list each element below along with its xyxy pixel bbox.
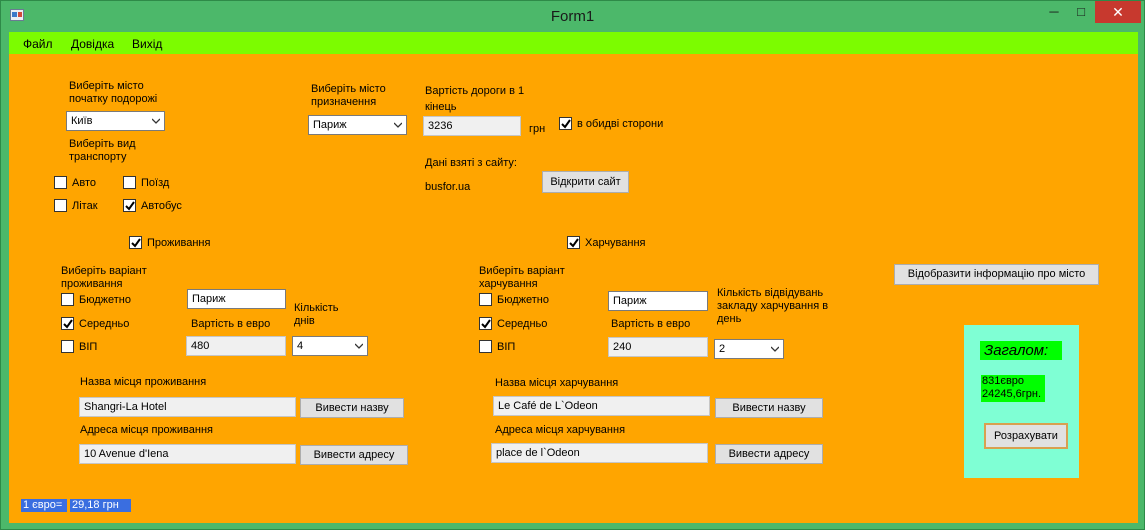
close-button[interactable]: ✕ <box>1095 1 1141 23</box>
start-city-select[interactable]: Київ <box>66 111 165 131</box>
cost-unit: грн <box>529 123 546 135</box>
dest-city-value: Париж <box>313 119 347 131</box>
food-vip-label: ВІП <box>497 341 516 353</box>
source-site-link[interactable]: busfor.ua <box>425 181 470 194</box>
accommodation-vip-label: ВІП <box>79 341 98 353</box>
menu-help[interactable]: Довідка <box>71 37 114 51</box>
food-variant-label: Виберіть варіант харчування <box>479 265 565 290</box>
chevron-down-icon <box>152 118 160 125</box>
transport-auto-label: Авто <box>72 177 96 189</box>
accommodation-address-field[interactable]: 10 Avenue d'Iena <box>79 444 296 464</box>
transport-bus-label: Автобус <box>141 200 182 212</box>
transport-bus-checkbox[interactable] <box>123 199 136 212</box>
accommodation-price-label: Вартість в евро <box>191 318 271 330</box>
open-site-button[interactable]: Відкрити сайт <box>542 171 629 193</box>
accommodation-city-field[interactable]: Париж <box>187 289 286 309</box>
accommodation-price-field[interactable]: 480 <box>186 336 286 356</box>
food-visits-label: Кількість відвідувань закладу харчування… <box>717 287 829 325</box>
accommodation-vip-checkbox[interactable] <box>61 340 74 353</box>
calculate-button[interactable]: Розрахувати <box>984 423 1068 449</box>
summary-header: Загалом: <box>980 341 1062 360</box>
food-name-field[interactable]: Le Café de L`Odeon <box>493 396 710 416</box>
food-address-button[interactable]: Вивести адресу <box>715 444 823 464</box>
accommodation-label: Проживання <box>147 237 211 249</box>
dest-city-label: Виберіть місто призначення <box>311 83 386 108</box>
food-city-field[interactable]: Париж <box>608 291 708 311</box>
food-price-field[interactable]: 240 <box>608 337 708 357</box>
food-checkbox[interactable] <box>567 236 580 249</box>
accommodation-middle-label: Середньо <box>79 318 130 330</box>
minimize-button[interactable]: ─ <box>1041 1 1067 23</box>
accommodation-name-field[interactable]: Shangri-La Hotel <box>79 397 296 417</box>
cost-field[interactable]: 3236 <box>423 116 521 136</box>
exchange-rate-value: 29,18 грн <box>70 499 131 512</box>
chevron-down-icon <box>355 343 363 350</box>
summary-panel: Загалом: 831євро 24245,6грн. Розрахувати <box>964 325 1079 478</box>
window-title: Form1 <box>550 8 595 25</box>
accommodation-address-button[interactable]: Вивести адресу <box>300 445 408 465</box>
dest-city-select[interactable]: Париж <box>308 115 407 135</box>
cost-label: Вартість дороги в 1 кінець <box>425 85 525 113</box>
accommodation-days-label: Кількість днів <box>294 302 339 327</box>
accommodation-budget-label: Бюджетно <box>79 294 131 306</box>
chevron-down-icon <box>394 122 402 129</box>
food-label: Харчування <box>585 237 646 249</box>
food-name-button[interactable]: Вивести назву <box>715 398 823 418</box>
transport-auto-checkbox[interactable] <box>54 176 67 189</box>
menu-exit[interactable]: Вихід <box>132 37 162 51</box>
food-middle-label: Середньо <box>497 318 548 330</box>
menu-bar: Файл Довідка Вихід <box>9 32 1138 54</box>
accommodation-days-select[interactable]: 4 <box>292 336 368 356</box>
city-info-button[interactable]: Відобразити інформацію про місто <box>894 264 1099 285</box>
food-visits-value: 2 <box>719 343 726 355</box>
maximize-button[interactable]: □ <box>1067 1 1095 23</box>
food-visits-select[interactable]: 2 <box>714 339 784 359</box>
food-vip-checkbox[interactable] <box>479 340 492 353</box>
title-bar[interactable]: Form1 ─ □ ✕ <box>1 1 1144 31</box>
start-city-value: Київ <box>71 115 93 127</box>
summary-uah-total: 24245,6грн. <box>982 388 1042 400</box>
food-price-label: Вартість в евро <box>611 318 691 330</box>
accommodation-address-label: Адреса місця проживання <box>80 424 213 436</box>
app-window: Form1 ─ □ ✕ Файл Довідка Вихід Виберіть … <box>0 0 1145 530</box>
food-name-label: Назва місця харчування <box>495 377 619 389</box>
form-client-area: Виберіть місто початку подорожі Київ Виб… <box>9 54 1138 523</box>
transport-plane-label: Літак <box>72 200 98 212</box>
accommodation-name-label: Назва місця проживання <box>80 376 207 388</box>
food-address-label: Адреса місця харчування <box>495 424 626 436</box>
food-budget-label: Бюджетно <box>497 294 549 306</box>
summary-euro-total: 831євро <box>982 375 1025 387</box>
transport-plane-checkbox[interactable] <box>54 199 67 212</box>
transport-label: Виберіть вид транспорту <box>69 138 136 163</box>
accommodation-name-button[interactable]: Вивести назву <box>300 398 404 418</box>
transport-train-label: Поїзд <box>141 177 170 189</box>
food-address-field[interactable]: place de l`Odeon <box>491 443 708 463</box>
transport-train-checkbox[interactable] <box>123 176 136 189</box>
chevron-down-icon <box>771 346 779 353</box>
accommodation-checkbox[interactable] <box>129 236 142 249</box>
start-city-label: Виберіть місто початку подорожі <box>69 80 158 105</box>
menu-file[interactable]: Файл <box>23 37 53 51</box>
food-middle-checkbox[interactable] <box>479 317 492 330</box>
source-label: Дані взяті з сайту: <box>425 157 517 169</box>
accommodation-days-value: 4 <box>297 340 304 352</box>
accommodation-middle-checkbox[interactable] <box>61 317 74 330</box>
summary-values: 831євро 24245,6грн. <box>981 375 1045 402</box>
accommodation-variant-label: Виберіть варіант проживання <box>61 265 147 290</box>
both-ways-label: в обидві сторони <box>577 118 664 130</box>
food-budget-checkbox[interactable] <box>479 293 492 306</box>
exchange-rate-label: 1 євро= <box>21 499 67 512</box>
accommodation-budget-checkbox[interactable] <box>61 293 74 306</box>
both-ways-checkbox[interactable] <box>559 117 572 130</box>
